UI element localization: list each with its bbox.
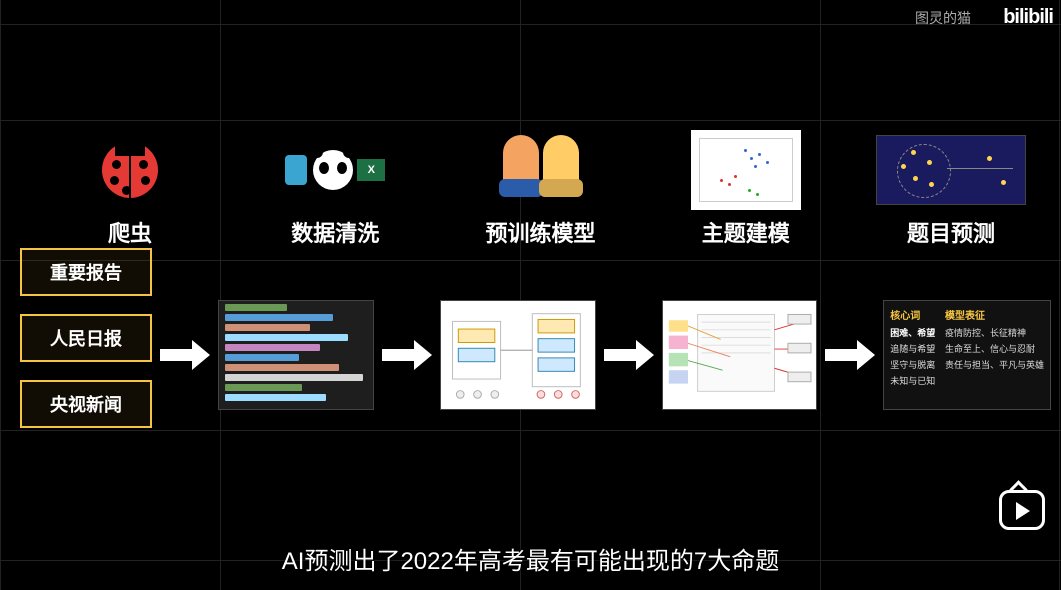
channel-watermark: 图灵的猫 bbox=[915, 8, 971, 28]
stage-predict: 题目预测 bbox=[861, 130, 1041, 248]
output-line: 疫情防控、长征精神 bbox=[945, 326, 1044, 339]
process-flow: 核心词 困难、希望 追随与希望 坚守与脱离 未知与已知 模型表征 疫情防控、长征… bbox=[160, 300, 1051, 410]
video-subtitle: AI预测出了2022年高考最有可能出现的7大命题 bbox=[0, 541, 1061, 576]
output-line: 生命至上、信心与忍耐 bbox=[945, 342, 1044, 355]
bilibili-tv-icon bbox=[999, 490, 1045, 530]
stage-label: 爬虫 bbox=[40, 216, 220, 248]
stage-label: 预训练模型 bbox=[451, 216, 631, 248]
data-sources: 重要报告 人民日报 央视新闻 bbox=[20, 248, 152, 428]
output-line: 责任与担当、平凡与英雄 bbox=[945, 358, 1044, 371]
arrow-icon bbox=[825, 340, 875, 370]
source-tag: 央视新闻 bbox=[20, 380, 152, 428]
source-tag: 重要报告 bbox=[20, 248, 152, 296]
output-left-header: 核心词 bbox=[890, 307, 939, 322]
cluster-chart-icon bbox=[876, 135, 1026, 205]
scatter3d-icon bbox=[691, 130, 801, 210]
output-line: 追随与希望 bbox=[890, 342, 939, 355]
tool-icon bbox=[285, 155, 307, 185]
stage-crawler: 爬虫 bbox=[40, 130, 220, 248]
output-line: 坚守与脱离 bbox=[890, 358, 939, 371]
output-line: 未知与已知 bbox=[890, 374, 939, 387]
output-panel: 核心词 困难、希望 追随与希望 坚守与脱离 未知与已知 模型表征 疫情防控、长征… bbox=[883, 300, 1051, 410]
ladybug-icon bbox=[102, 142, 158, 198]
topic-model-diagram bbox=[662, 300, 818, 410]
transformer-diagram bbox=[440, 300, 596, 410]
pipeline-stages: 爬虫 X 数据清洗 预训练模型 bbox=[40, 130, 1041, 248]
arrow-icon bbox=[160, 340, 210, 370]
stage-topic: 主题建模 bbox=[656, 130, 836, 248]
stage-label: 主题建模 bbox=[656, 216, 836, 248]
excel-icon: X bbox=[357, 159, 385, 181]
output-right-header: 模型表征 bbox=[945, 307, 1044, 322]
stage-label: 题目预测 bbox=[861, 216, 1041, 248]
stage-pretrain: 预训练模型 bbox=[451, 130, 631, 248]
output-left-sub: 困难、希望 bbox=[890, 326, 939, 339]
arrow-icon bbox=[604, 340, 654, 370]
source-tag: 人民日报 bbox=[20, 314, 152, 362]
bilibili-logo: bilibili bbox=[1003, 6, 1053, 29]
stage-label: 数据清洗 bbox=[245, 216, 425, 248]
arrow-icon bbox=[382, 340, 432, 370]
panda-icon bbox=[313, 150, 353, 190]
code-screenshot bbox=[218, 300, 374, 410]
puppets-icon bbox=[486, 135, 596, 205]
stage-cleaning: X 数据清洗 bbox=[245, 130, 425, 248]
